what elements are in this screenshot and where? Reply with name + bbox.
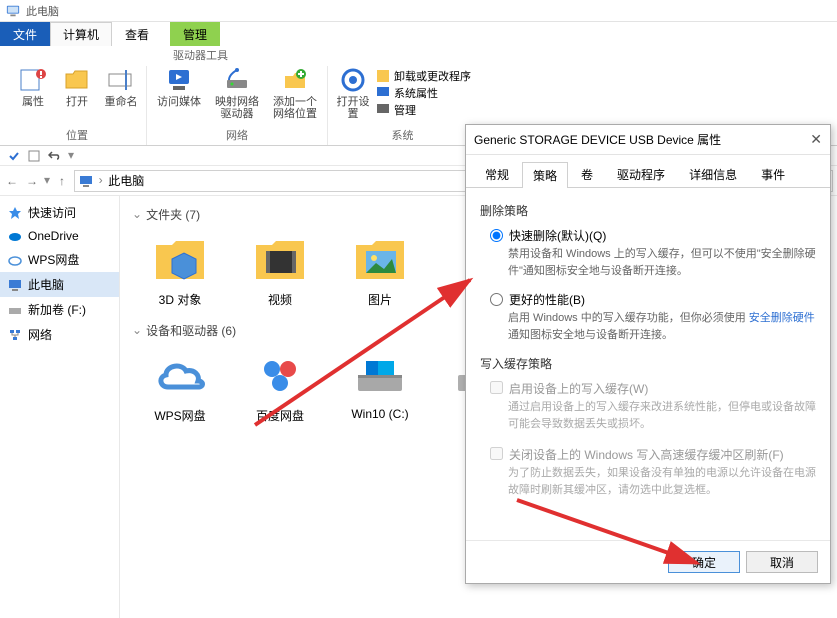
- tab-file[interactable]: 文件: [0, 22, 50, 46]
- chevron-right-icon: ›: [97, 174, 104, 188]
- removal-policy-header: 删除策略: [480, 202, 816, 219]
- ribbon-tabs: 文件 计算机 查看 管理: [0, 22, 837, 46]
- checkbox-enable-cache-input: [490, 381, 503, 394]
- chevron-down-icon[interactable]: ▾: [68, 148, 74, 163]
- drive-c[interactable]: Win10 (C:): [344, 347, 416, 424]
- ribbon-rename[interactable]: 重命名: [102, 66, 140, 108]
- ribbon-mgmt[interactable]: 管理: [376, 102, 471, 118]
- tab-general[interactable]: 常规: [474, 161, 520, 187]
- ribbon-open[interactable]: 打开: [58, 66, 96, 108]
- drive-wps[interactable]: WPS网盘: [144, 347, 216, 424]
- ok-button[interactable]: 确定: [668, 551, 740, 573]
- ribbon-group-system: 打开设置 卸载或更改程序 系统属性 管理 系统: [328, 66, 477, 145]
- baidu-icon: [252, 347, 308, 403]
- dialog-title: Generic STORAGE DEVICE USB Device 属性: [474, 131, 721, 148]
- drive-baidu[interactable]: 百度网盘: [244, 347, 316, 424]
- chevron-down-icon: ⌄: [132, 207, 142, 222]
- checkbox-enable-cache[interactable]: 启用设备上的写入缓存(W): [490, 380, 816, 397]
- tab-events[interactable]: 事件: [750, 161, 796, 187]
- close-icon[interactable]: ✕: [810, 131, 822, 148]
- folder-icon: [352, 231, 408, 287]
- nav-forward[interactable]: →: [24, 173, 40, 189]
- radio-better-performance[interactable]: 更好的性能(B): [490, 291, 816, 308]
- folder-pictures[interactable]: 图片: [344, 231, 416, 308]
- address-text: 此电脑: [108, 172, 144, 189]
- folder-3d-objects[interactable]: 3D 对象: [144, 231, 216, 308]
- enable-cache-desc: 通过启用设备上的写入缓存来改进系统性能，但停电或设备故障可能会导致数据丢失或损坏…: [508, 399, 816, 432]
- pc-icon: [8, 278, 22, 292]
- ribbon-access-media[interactable]: 访问媒体: [153, 66, 205, 120]
- dialog-buttons: 确定 取消: [466, 540, 830, 583]
- nav-history-dropdown[interactable]: ▾: [44, 173, 50, 188]
- disable-flush-desc: 为了防止数据丢失，如果设备没有单独的电源以允许设备在电源故障时刷新其缓冲区，请勿…: [508, 465, 816, 498]
- radio-quick-removal-input[interactable]: [490, 229, 503, 242]
- sidebar-this-pc[interactable]: 此电脑: [0, 272, 119, 297]
- ribbon-add-network[interactable]: 添加一个网络位置: [269, 66, 321, 120]
- tab-view[interactable]: 查看: [112, 22, 162, 46]
- cloud-icon: [8, 229, 22, 243]
- star-icon: [8, 206, 22, 220]
- square-icon[interactable]: [28, 150, 40, 162]
- tab-volumes[interactable]: 卷: [570, 161, 604, 187]
- sidebar-wps[interactable]: WPS网盘: [0, 247, 119, 272]
- cloud-icon: [8, 253, 22, 267]
- tab-manage[interactable]: 管理: [170, 22, 220, 46]
- folder-icon: [152, 231, 208, 287]
- ribbon-uninstall[interactable]: 卸载或更改程序: [376, 68, 471, 84]
- nav-up[interactable]: ↑: [54, 173, 70, 189]
- dialog-body: 删除策略 快速删除(默认)(Q) 禁用设备和 Windows 上的写入缓存，但可…: [466, 188, 830, 540]
- sidebar-onedrive[interactable]: OneDrive: [0, 225, 119, 247]
- sidebar-quick-access[interactable]: 快速访问: [0, 200, 119, 225]
- drive-icon: [8, 303, 22, 317]
- dialog-tabs: 常规 策略 卷 驱动程序 详细信息 事件: [466, 155, 830, 188]
- pc-icon: [6, 4, 20, 18]
- undo-icon[interactable]: [48, 150, 60, 162]
- tab-details[interactable]: 详细信息: [678, 161, 748, 187]
- nav-back[interactable]: ←: [4, 173, 20, 189]
- tab-policy[interactable]: 策略: [522, 162, 568, 188]
- ribbon-map-drive[interactable]: 映射网络驱动器: [211, 66, 263, 120]
- tab-driver[interactable]: 驱动程序: [606, 161, 676, 187]
- checkbox-disable-flush[interactable]: 关闭设备上的 Windows 写入高速缓存缓冲区刷新(F): [490, 446, 816, 463]
- radio-quick-removal[interactable]: 快速删除(默认)(Q): [490, 227, 816, 244]
- folder-icon: [252, 231, 308, 287]
- network-icon: [8, 328, 22, 342]
- properties-dialog: Generic STORAGE DEVICE USB Device 属性 ✕ 常…: [465, 124, 831, 584]
- chevron-down-icon: ⌄: [132, 323, 142, 338]
- window-title: 此电脑: [26, 3, 59, 19]
- ribbon-properties[interactable]: 属性: [14, 66, 52, 108]
- drive-icon: [352, 347, 408, 403]
- dialog-titlebar[interactable]: Generic STORAGE DEVICE USB Device 属性 ✕: [466, 125, 830, 155]
- tab-computer[interactable]: 计算机: [50, 22, 112, 46]
- better-performance-desc: 启用 Windows 中的写入缓存功能，但你必须使用 安全删除硬件通知图标安全地…: [508, 310, 816, 343]
- sidebar: 快速访问 OneDrive WPS网盘 此电脑 新加卷 (F:) 网络: [0, 196, 120, 618]
- folder-videos[interactable]: 视频: [244, 231, 316, 308]
- check-icon[interactable]: [8, 150, 20, 162]
- cloud-icon: [152, 347, 208, 403]
- sidebar-network[interactable]: 网络: [0, 322, 119, 347]
- pc-icon: [79, 174, 93, 188]
- ribbon-group-network: 访问媒体 映射网络驱动器 添加一个网络位置 网络: [147, 66, 328, 145]
- ribbon-settings[interactable]: 打开设置: [334, 66, 372, 120]
- checkbox-disable-flush-input: [490, 447, 503, 460]
- ribbon-group-location: 属性 打开 重命名 位置: [8, 66, 147, 145]
- safe-remove-link[interactable]: 安全删除硬件: [749, 312, 815, 324]
- quick-removal-desc: 禁用设备和 Windows 上的写入缓存，但可以不使用"安全删除硬件"通知图标安…: [508, 246, 816, 279]
- cache-policy-header: 写入缓存策略: [480, 355, 816, 372]
- window-titlebar: 此电脑: [0, 0, 837, 22]
- cancel-button[interactable]: 取消: [746, 551, 818, 573]
- sidebar-volume-f[interactable]: 新加卷 (F:): [0, 297, 119, 322]
- tab-drive-tools[interactable]: 驱动器工具: [160, 46, 241, 64]
- radio-better-performance-input[interactable]: [490, 293, 503, 306]
- ribbon-sysprops[interactable]: 系统属性: [376, 85, 471, 101]
